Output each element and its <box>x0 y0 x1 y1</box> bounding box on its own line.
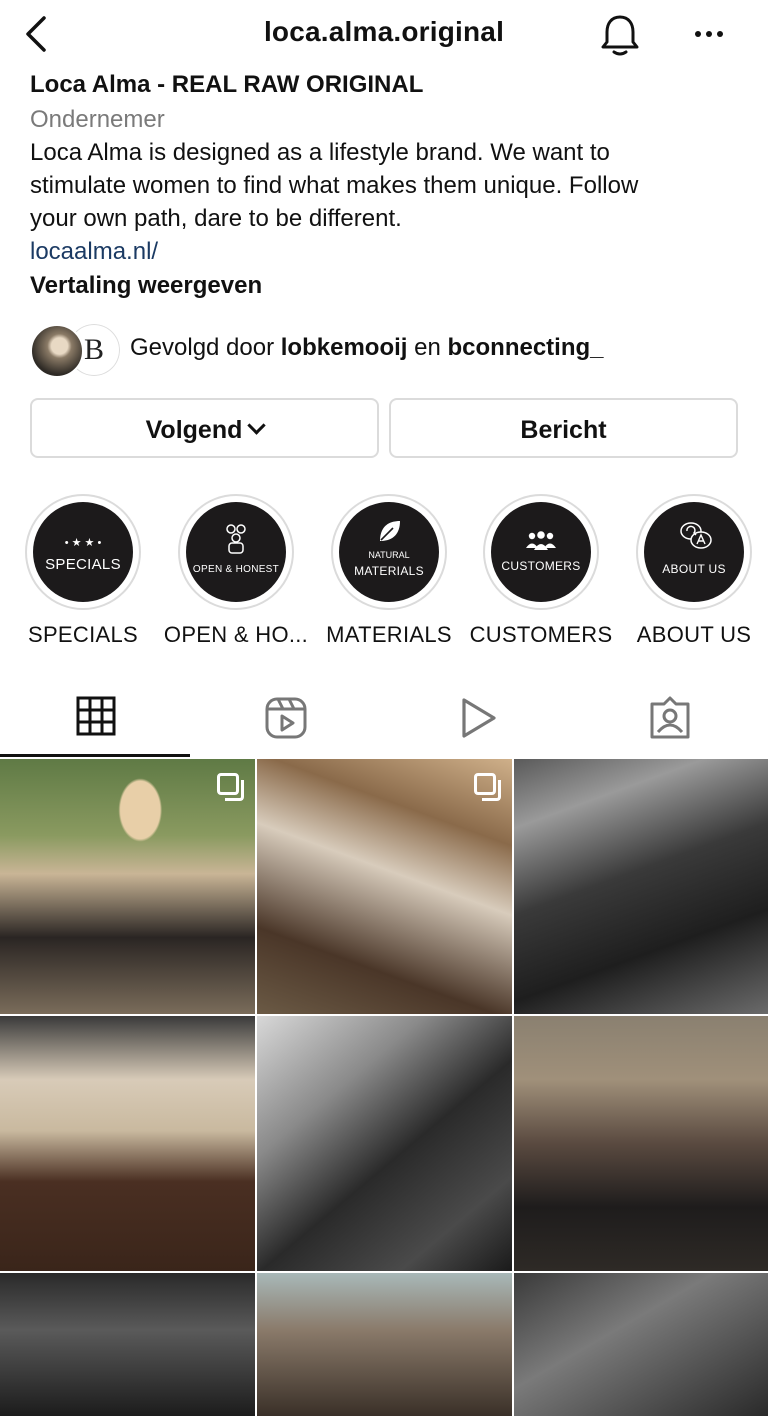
leaf-icon <box>380 521 400 541</box>
group-icon <box>526 531 556 550</box>
notification-bell-icon[interactable] <box>598 12 642 58</box>
highlight-cover-subtext: NATURAL <box>368 550 410 560</box>
website-link[interactable]: locaalma.nl/ <box>30 235 750 269</box>
profile-username: loca.alma.original <box>263 16 505 47</box>
highlight-cover: • ★ ★ • SPECIALS <box>33 502 133 602</box>
multiple-images-icon <box>217 773 244 801</box>
highlight-materials[interactable]: NATURAL MATERIALS MATERIALS <box>314 494 464 648</box>
post-thumbnail[interactable] <box>257 759 512 1014</box>
post-grid <box>0 759 768 1416</box>
post-thumbnail[interactable] <box>514 1016 768 1271</box>
post-thumbnail[interactable] <box>514 1273 768 1416</box>
highlight-cover-text: OPEN & HONEST <box>192 564 280 575</box>
profile-category: Ondernemer <box>30 106 165 133</box>
avatar <box>30 324 84 378</box>
post-thumbnail[interactable] <box>257 1273 512 1416</box>
post-thumbnail[interactable] <box>514 759 768 1014</box>
highlight-customers[interactable]: CUSTOMERS CUSTOMERS <box>466 494 616 648</box>
tagged-icon <box>650 696 690 739</box>
profile-header: loca.alma.original <box>0 0 768 68</box>
grid-icon <box>76 696 116 736</box>
tagged-tab[interactable] <box>576 676 768 758</box>
people-icon <box>226 524 246 554</box>
profile-tabs <box>0 676 768 758</box>
bio-line: Loca Alma is designed as a lifestyle bra… <box>30 139 610 166</box>
profile-name: Loca Alma - REAL RAW ORIGINAL <box>30 71 424 98</box>
more-options-icon[interactable] <box>690 20 730 48</box>
reels-tab[interactable] <box>192 676 384 758</box>
highlight-cover-text: ABOUT US <box>662 562 726 576</box>
highlight-label: MATERIALS <box>326 622 452 647</box>
highlight-about-us[interactable]: ABOUT US ABOUT US <box>619 494 768 648</box>
highlight-cover-text: MATERIALS <box>354 564 424 578</box>
highlight-ring: NATURAL MATERIALS <box>331 494 447 610</box>
highlight-label: ABOUT US <box>636 622 752 647</box>
logo-letter: B <box>83 333 104 366</box>
chevron-down-icon <box>247 416 267 435</box>
highlight-ring: OPEN & HONEST <box>178 494 294 610</box>
highlight-ring: CUSTOMERS <box>483 494 599 610</box>
message-button[interactable]: Bericht <box>389 398 738 458</box>
post-thumbnail[interactable] <box>0 759 255 1014</box>
highlight-cover: NATURAL MATERIALS <box>339 502 439 602</box>
videos-tab[interactable] <box>384 676 576 758</box>
highlight-cover-text: CUSTOMERS <box>501 559 581 573</box>
highlight-open-honest[interactable]: OPEN & HONEST OPEN & HO... <box>161 494 311 648</box>
highlight-cover: ABOUT US <box>644 502 744 602</box>
stars-icon: • ★ ★ • <box>64 537 102 549</box>
bio-line: your own path, dare to be different. <box>30 205 402 232</box>
highlight-cover: CUSTOMERS <box>491 502 591 602</box>
story-highlights: • ★ ★ • SPECIALS SPECIALS OPEN & HONEST … <box>0 494 768 654</box>
highlight-ring: ABOUT US <box>636 494 752 610</box>
reels-icon <box>265 697 307 739</box>
highlight-label: CUSTOMERS <box>469 622 613 647</box>
followed-by-row[interactable]: B Gevolgd door lobkemooij en bconnecting… <box>30 322 750 378</box>
highlight-ring: • ★ ★ • SPECIALS <box>25 494 141 610</box>
multiple-images-icon <box>474 773 501 801</box>
profile-bio: Loca Alma - REAL RAW ORIGINAL Ondernemer… <box>30 70 750 302</box>
translate-link[interactable]: Vertaling weergeven <box>30 270 750 302</box>
message-button-label: Bericht <box>520 416 607 444</box>
follower-username: bconnecting_ <box>447 334 604 361</box>
active-tab-indicator <box>0 754 190 757</box>
followed-by-prefix: Gevolgd door <box>130 334 281 361</box>
highlight-cover: OPEN & HONEST <box>186 502 286 602</box>
play-icon <box>462 698 496 738</box>
highlight-label: OPEN & HO... <box>163 622 309 647</box>
highlight-specials[interactable]: • ★ ★ • SPECIALS SPECIALS <box>8 494 158 648</box>
followed-by-joiner: en <box>407 334 448 361</box>
post-thumbnail[interactable] <box>0 1016 255 1271</box>
follower-username: lobkemooij <box>280 334 408 361</box>
grid-tab[interactable] <box>0 676 192 758</box>
highlight-label: SPECIALS <box>27 622 138 647</box>
followed-by-text: Gevolgd door lobkemooij en bconnecting_ <box>130 334 604 362</box>
bio-line: stimulate women to find what makes them … <box>30 172 639 199</box>
following-button-label: Volgend <box>145 416 243 444</box>
post-thumbnail[interactable] <box>0 1273 255 1416</box>
post-thumbnail[interactable] <box>257 1016 512 1271</box>
following-button[interactable]: Volgend <box>30 398 379 458</box>
highlight-cover-text: SPECIALS <box>45 556 121 573</box>
qa-icon <box>680 522 712 549</box>
